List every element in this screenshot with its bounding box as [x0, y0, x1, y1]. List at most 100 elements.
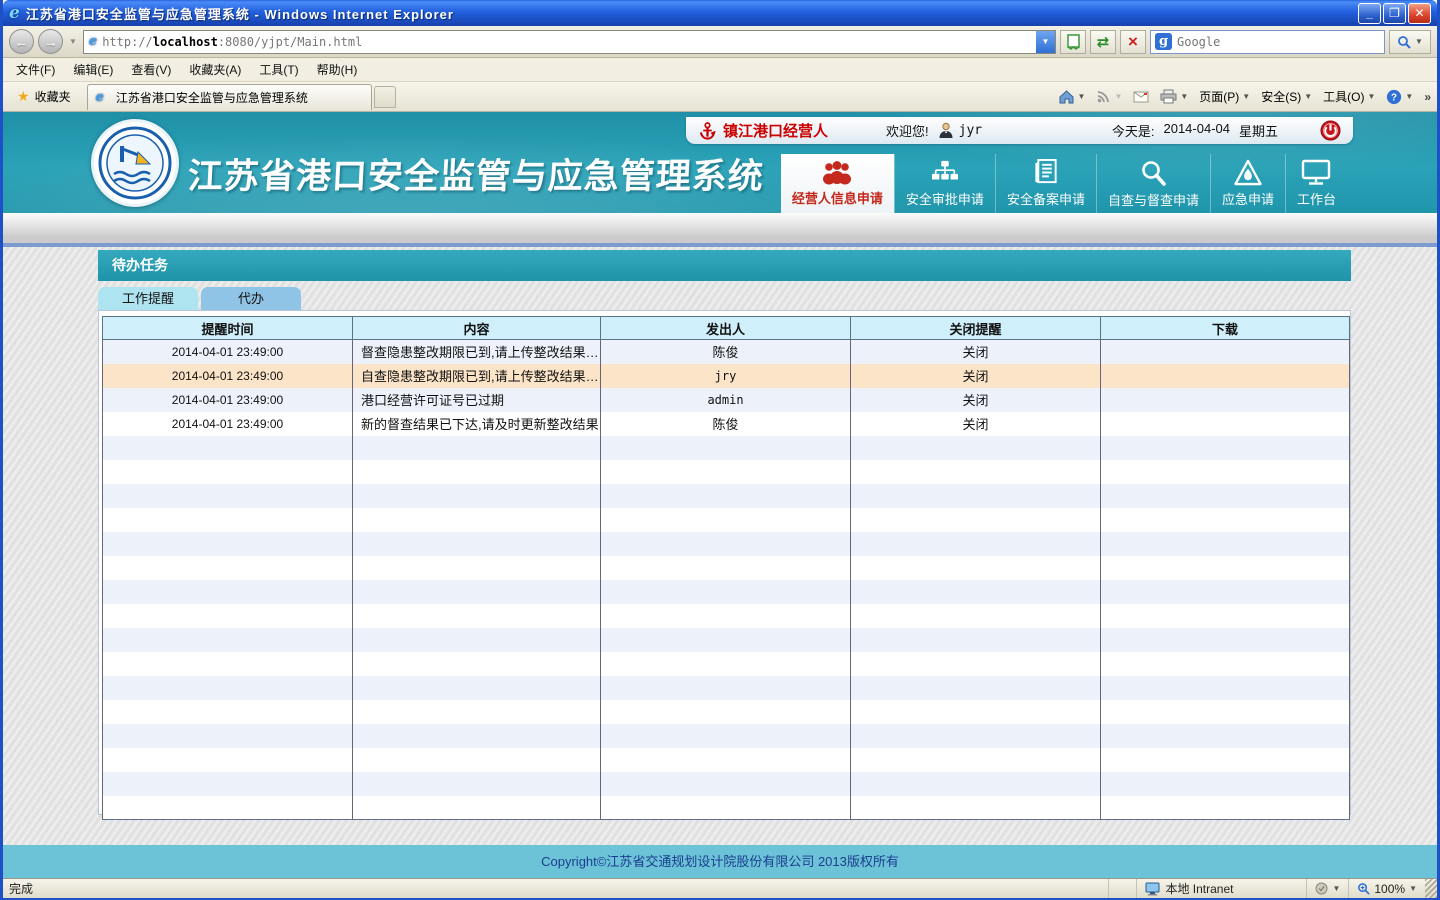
cell-time [103, 532, 353, 556]
system-title: 江苏省港口安全监管与应急管理系统 [187, 148, 766, 199]
table-row[interactable]: 2014-04-01 23:49:00自查隐患整改期限已到,请上传整改结果…jr… [103, 364, 1350, 388]
cell-close [851, 532, 1101, 556]
todo-table-container: 提醒时间 内容 发出人 关闭提醒 下载 2014-04-01 23:49:00督… [98, 310, 1351, 815]
close-button[interactable]: ✕ [1408, 3, 1431, 24]
cell-download [1101, 724, 1350, 748]
search-button[interactable]: ▼ [1389, 30, 1431, 54]
safety-menu-button[interactable]: 安全(S) ▼ [1261, 88, 1312, 105]
favorites-label: 收藏夹 [35, 88, 71, 105]
browser-tab[interactable]: e 江苏省港口安全监管与应急管理系统 [87, 84, 372, 110]
cell-time: 2014-04-01 23:49:00 [103, 364, 353, 388]
history-dropdown-icon[interactable]: ▼ [69, 37, 77, 46]
menu-edit[interactable]: 编辑(E) [64, 59, 122, 80]
page-menu-button[interactable]: 页面(P) ▼ [1199, 88, 1250, 105]
close-reminder-link[interactable]: 关闭 [962, 393, 988, 408]
nav-workbench[interactable]: 工作台 [1285, 154, 1347, 213]
menu-file[interactable]: 文件(F) [7, 59, 64, 80]
inspection-icon [1139, 159, 1167, 187]
nav-inspection[interactable]: 自查与督查申请 [1096, 154, 1210, 213]
url-field[interactable]: e http://localhost:8080/yjpt/Main.html ▼ [83, 30, 1056, 54]
stop-button[interactable]: × [1120, 30, 1146, 54]
forward-button[interactable]: → [38, 29, 63, 54]
col-header-content: 内容 [353, 317, 601, 340]
minimize-button[interactable]: _ [1358, 3, 1381, 24]
nav-safety-record[interactable]: 安全备案申请 [995, 154, 1096, 213]
section-title: 待办任务 [98, 250, 1351, 281]
cell-sender [601, 556, 851, 580]
refresh-button[interactable]: ⇄ [1090, 30, 1116, 54]
menu-help[interactable]: 帮助(H) [308, 59, 367, 80]
search-box[interactable]: g [1150, 30, 1385, 54]
nav-safety-approval[interactable]: 安全审批申请 [894, 154, 995, 213]
new-tab-button[interactable] [374, 86, 396, 108]
title-bar: e 江苏省港口安全监管与应急管理系统 - Windows Internet Ex… [3, 0, 1437, 26]
restore-button[interactable]: ❐ [1383, 3, 1406, 24]
table-empty-row [103, 508, 1350, 532]
close-reminder-link[interactable]: 关闭 [962, 369, 988, 384]
todo-table: 提醒时间 内容 发出人 关闭提醒 下载 2014-04-01 23:49:00督… [102, 316, 1350, 820]
weekday: 星期五 [1239, 121, 1278, 140]
cell-sender [601, 436, 851, 460]
table-row[interactable]: 2014-04-01 23:49:00督查隐患整改期限已到,请上传整改结果…陈俊… [103, 340, 1350, 364]
toolbar-overflow-button[interactable]: » [1424, 90, 1431, 104]
cell-time [103, 604, 353, 628]
user-bar: 镇江港口经营人 欢迎您! jyr 今天是: 2014-04-04 星期五 [686, 117, 1353, 144]
table-empty-row [103, 628, 1350, 652]
tools-menu-button[interactable]: 工具(O) ▼ [1323, 88, 1375, 105]
print-button[interactable]: ▼ [1160, 89, 1188, 104]
menu-tools[interactable]: 工具(T) [250, 59, 307, 80]
nav-operator-info[interactable]: 经营人信息申请 [781, 154, 894, 213]
nav-label: 工作台 [1297, 189, 1336, 208]
menu-favorites[interactable]: 收藏夹(A) [180, 59, 250, 80]
status-zone: 本地 Intranet [1136, 879, 1306, 898]
favorites-button[interactable]: ★ 收藏夹 [7, 85, 81, 108]
feeds-button[interactable]: ▼ [1096, 89, 1122, 104]
cell-time [103, 772, 353, 796]
help-menu-button[interactable]: ? ▼ [1386, 89, 1413, 105]
port-logo-icon [91, 119, 179, 207]
table-row[interactable]: 2014-04-01 23:49:00港口经营许可证号已过期admin关闭 [103, 388, 1350, 412]
cell-time [103, 724, 353, 748]
search-dropdown-icon[interactable]: ▼ [1415, 37, 1423, 46]
cell-content [353, 604, 601, 628]
protected-mode-button[interactable]: ▼ [1306, 879, 1348, 898]
cell-download [1101, 484, 1350, 508]
resize-grip[interactable] [1425, 879, 1437, 898]
intranet-icon [1145, 882, 1161, 896]
cell-content [353, 532, 601, 556]
cell-sender [601, 652, 851, 676]
cell-content [353, 628, 601, 652]
print-dropdown-icon[interactable]: ▼ [1180, 92, 1188, 101]
tab-work-reminder[interactable]: 工作提醒 [98, 287, 198, 310]
back-button[interactable]: ← [9, 29, 34, 54]
user-role: 镇江港口经营人 [723, 120, 828, 141]
cell-close [851, 676, 1101, 700]
logout-power-button[interactable] [1320, 120, 1341, 141]
table-row[interactable]: 2014-04-01 23:49:00新的督查结果已下达,请及时更新整改结果陈俊… [103, 412, 1350, 436]
cell-content [353, 748, 601, 772]
close-reminder-link[interactable]: 关闭 [962, 345, 988, 360]
home-button[interactable]: ▼ [1058, 89, 1086, 105]
nav-emergency[interactable]: 应急申请 [1210, 154, 1285, 213]
zoom-control[interactable]: 100% ▼ [1348, 879, 1425, 898]
cell-content [353, 580, 601, 604]
feeds-dropdown-icon[interactable]: ▼ [1114, 92, 1122, 101]
cell-content [353, 700, 601, 724]
url-path: :8080/yjpt/Main.html [218, 35, 363, 49]
cell-sender [601, 700, 851, 724]
cell-close [851, 772, 1101, 796]
menu-view[interactable]: 查看(V) [122, 59, 180, 80]
table-empty-row [103, 772, 1350, 796]
cell-close: 关闭 [851, 412, 1101, 436]
read-mail-button[interactable] [1133, 91, 1149, 103]
cell-sender [601, 580, 851, 604]
compatibility-view-button[interactable] [1060, 30, 1086, 54]
url-dropdown-icon[interactable]: ▼ [1036, 31, 1055, 53]
zoom-icon [1357, 882, 1370, 895]
cell-time [103, 556, 353, 580]
search-input[interactable] [1177, 35, 1380, 49]
tab-agency[interactable]: 代办 [201, 287, 301, 310]
home-dropdown-icon[interactable]: ▼ [1078, 92, 1086, 101]
safety-menu-label: 安全(S) [1261, 88, 1301, 105]
close-reminder-link[interactable]: 关闭 [962, 417, 988, 432]
